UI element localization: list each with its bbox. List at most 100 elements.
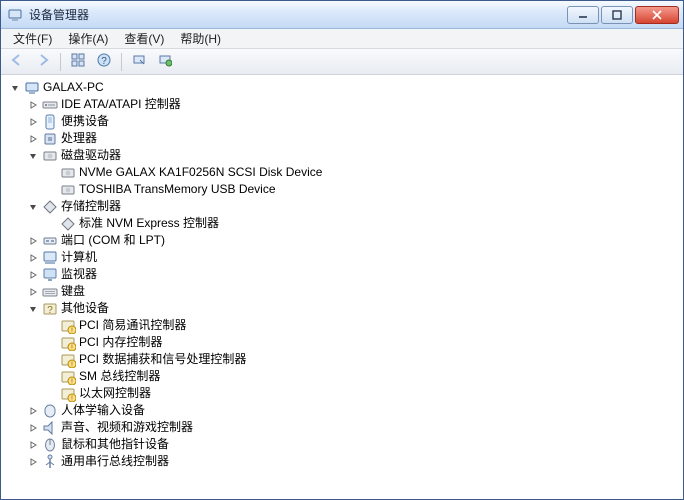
menu-help[interactable]: 帮助(H) xyxy=(172,28,229,49)
node-label: 标准 NVM Express 控制器 xyxy=(79,215,219,232)
toolbar-separator xyxy=(60,53,61,71)
collapse-icon[interactable] xyxy=(27,303,39,315)
node-mouse[interactable]: 鼠标和其他指针设备 xyxy=(27,436,683,453)
node-ports[interactable]: 端口 (COM 和 LPT) xyxy=(27,232,683,249)
node-other-pci-data[interactable]: PCI 数据捕获和信号处理控制器 xyxy=(45,351,683,368)
other-icon xyxy=(42,301,58,317)
minimize-button[interactable] xyxy=(567,6,599,24)
node-label: 人体学输入设备 xyxy=(61,402,145,419)
expand-icon[interactable] xyxy=(27,99,39,111)
tree-root-label: GALAX-PC xyxy=(43,79,104,96)
node-label: 计算机 xyxy=(61,249,97,266)
disk-icon xyxy=(60,182,76,198)
node-label: 端口 (COM 和 LPT) xyxy=(61,232,165,249)
node-disk-nvme[interactable]: NVMe GALAX KA1F0256N SCSI Disk Device xyxy=(45,164,683,181)
expand-icon[interactable] xyxy=(27,252,39,264)
node-keyboards[interactable]: 键盘 xyxy=(27,283,683,300)
node-label: SM 总线控制器 xyxy=(79,368,160,385)
expand-icon[interactable] xyxy=(27,133,39,145)
node-computer[interactable]: 计算机 xyxy=(27,249,683,266)
warning-device-icon xyxy=(60,352,76,368)
node-label: NVMe GALAX KA1F0256N SCSI Disk Device xyxy=(79,164,322,181)
node-other-devices[interactable]: 其他设备 xyxy=(27,300,683,317)
expand-icon[interactable] xyxy=(27,235,39,247)
disk-icon xyxy=(42,148,58,164)
refresh-icon xyxy=(158,53,172,70)
disk-icon xyxy=(60,165,76,181)
node-label: 通用串行总线控制器 xyxy=(61,453,169,470)
node-label: 存储控制器 xyxy=(61,198,121,215)
node-label: PCI 内存控制器 xyxy=(79,334,162,351)
expand-icon[interactable] xyxy=(27,405,39,417)
node-disk-drives[interactable]: 磁盘驱动器 xyxy=(27,147,683,164)
collapse-icon[interactable] xyxy=(27,150,39,162)
forward-icon xyxy=(36,53,50,70)
node-other-ethernet[interactable]: 以太网控制器 xyxy=(45,385,683,402)
node-storage-controllers[interactable]: 存储控制器 xyxy=(27,198,683,215)
app-icon xyxy=(7,7,23,23)
node-label: 磁盘驱动器 xyxy=(61,147,121,164)
collapse-icon[interactable] xyxy=(27,201,39,213)
node-other-pci-comm[interactable]: PCI 简易通讯控制器 xyxy=(45,317,683,334)
node-label: 以太网控制器 xyxy=(79,385,151,402)
warning-device-icon xyxy=(60,369,76,385)
device-manager-window: 设备管理器 文件(F) 操作(A) 查看(V) 帮助(H) ? xyxy=(0,0,684,500)
menu-file[interactable]: 文件(F) xyxy=(5,28,60,49)
mouse-icon xyxy=(42,437,58,453)
node-monitors[interactable]: 监视器 xyxy=(27,266,683,283)
close-button[interactable] xyxy=(635,6,679,24)
node-label: 其他设备 xyxy=(61,300,109,317)
ide-icon xyxy=(42,97,58,113)
node-other-pci-mem[interactable]: PCI 内存控制器 xyxy=(45,334,683,351)
node-label: 便携设备 xyxy=(61,113,109,130)
monitor-icon xyxy=(42,267,58,283)
expand-icon[interactable] xyxy=(9,82,21,94)
maximize-button[interactable] xyxy=(601,6,633,24)
storage-icon xyxy=(60,216,76,232)
menu-view[interactable]: 查看(V) xyxy=(116,28,172,49)
node-processors[interactable]: 处理器 xyxy=(27,130,683,147)
window-title: 设备管理器 xyxy=(29,6,567,23)
help-icon: ? xyxy=(97,53,111,70)
port-icon xyxy=(42,233,58,249)
scan-button[interactable] xyxy=(127,51,151,73)
keyboard-icon xyxy=(42,284,58,300)
back-button[interactable] xyxy=(5,51,29,73)
expand-icon[interactable] xyxy=(27,269,39,281)
expand-icon[interactable] xyxy=(27,422,39,434)
refresh-button[interactable] xyxy=(153,51,177,73)
node-other-sm-bus[interactable]: SM 总线控制器 xyxy=(45,368,683,385)
svg-text:?: ? xyxy=(101,56,107,67)
node-storage-nvm[interactable]: 标准 NVM Express 控制器 xyxy=(45,215,683,232)
node-ide[interactable]: IDE ATA/ATAPI 控制器 xyxy=(27,96,683,113)
view-button[interactable] xyxy=(66,51,90,73)
node-label: 键盘 xyxy=(61,283,85,300)
menu-action[interactable]: 操作(A) xyxy=(60,28,116,49)
sound-icon xyxy=(42,420,58,436)
titlebar[interactable]: 设备管理器 xyxy=(1,1,683,29)
node-label: 声音、视频和游戏控制器 xyxy=(61,419,193,436)
hid-icon xyxy=(42,403,58,419)
expand-icon[interactable] xyxy=(27,456,39,468)
toolbar-separator xyxy=(121,53,122,71)
node-disk-usb[interactable]: TOSHIBA TransMemory USB Device xyxy=(45,181,683,198)
toolbar: ? xyxy=(1,49,683,75)
forward-button[interactable] xyxy=(31,51,55,73)
expand-icon[interactable] xyxy=(27,439,39,451)
device-tree-panel[interactable]: GALAX-PC IDE ATA/ATAPI 控制器 便携设备 处理器 磁盘驱动… xyxy=(1,75,683,499)
node-label: IDE ATA/ATAPI 控制器 xyxy=(61,96,181,113)
menubar: 文件(F) 操作(A) 查看(V) 帮助(H) xyxy=(1,29,683,49)
node-label: 处理器 xyxy=(61,130,97,147)
tree-root[interactable]: GALAX-PC xyxy=(9,79,683,96)
storage-icon xyxy=(42,199,58,215)
usb-icon xyxy=(42,454,58,470)
node-hid[interactable]: 人体学输入设备 xyxy=(27,402,683,419)
expand-icon[interactable] xyxy=(27,286,39,298)
node-label: 监视器 xyxy=(61,266,97,283)
node-usb[interactable]: 通用串行总线控制器 xyxy=(27,453,683,470)
help-button[interactable]: ? xyxy=(92,51,116,73)
node-portable[interactable]: 便携设备 xyxy=(27,113,683,130)
node-sound[interactable]: 声音、视频和游戏控制器 xyxy=(27,419,683,436)
expand-icon[interactable] xyxy=(27,116,39,128)
warning-device-icon xyxy=(60,386,76,402)
